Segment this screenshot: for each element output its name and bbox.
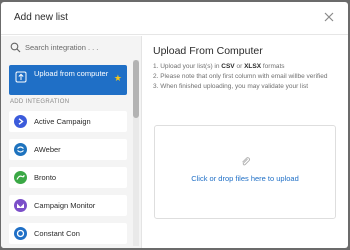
- sidebar-item-label: Bronto: [34, 173, 57, 182]
- dropzone-text: Click or drop files here to upload: [191, 174, 299, 183]
- dialog-title: Add new list: [14, 12, 68, 23]
- sidebar-item-label: Campaign Monitor: [34, 201, 96, 210]
- upload-icon: [15, 71, 27, 83]
- instruction-step-1: 1. Upload your list(s) in CSV or XLSX fo…: [153, 63, 285, 70]
- sidebar-item-active-campaign[interactable]: Active Campaign: [9, 111, 127, 132]
- bronto-icon: [14, 171, 27, 184]
- sidebar-item-upload-from-computer[interactable]: Upload from computer ★: [9, 65, 127, 95]
- add-list-dialog: Add new list Upload from computer ★ ADD …: [1, 2, 348, 248]
- sidebar-item-campaign-monitor[interactable]: Campaign Monitor: [9, 195, 127, 216]
- instruction-step-3: 3. When finished uploading, you may vali…: [153, 83, 309, 90]
- paperclip-icon: [242, 157, 251, 166]
- panel-title: Upload From Computer: [153, 45, 263, 57]
- dialog-header: Add new list: [1, 2, 348, 35]
- search-input[interactable]: [25, 40, 129, 55]
- campaign-monitor-icon: [14, 199, 27, 212]
- instruction-step-2: 2. Please note that only first column wi…: [153, 73, 328, 80]
- upload-panel: Upload From Computer 1. Upload your list…: [143, 36, 348, 248]
- close-icon[interactable]: [322, 10, 336, 24]
- section-label: ADD INTEGRATION: [10, 99, 70, 105]
- file-dropzone[interactable]: Click or drop files here to upload: [154, 125, 336, 219]
- integration-search: [4, 39, 130, 56]
- sidebar-item-aweber[interactable]: AWeber: [9, 139, 127, 160]
- sidebar-item-constant-contact[interactable]: Constant Con: [9, 223, 127, 244]
- instructions: 1. Upload your list(s) in CSV or XLSX fo…: [153, 63, 343, 93]
- constant-contact-icon: [14, 227, 27, 240]
- sidebar-scrollbar[interactable]: [133, 60, 139, 246]
- sidebar-item-label: Active Campaign: [34, 117, 91, 126]
- sidebar-item-label: Upload from computer: [34, 69, 109, 78]
- active-campaign-icon: [14, 115, 27, 128]
- sidebar-item-label: AWeber: [34, 145, 61, 154]
- star-icon[interactable]: ★: [114, 73, 122, 83]
- search-icon: [10, 42, 21, 53]
- scrollbar-thumb[interactable]: [133, 60, 139, 118]
- sidebar-item-label: Constant Con: [34, 229, 80, 238]
- integration-sidebar: Upload from computer ★ ADD INTEGRATION A…: [1, 36, 142, 248]
- aweber-icon: [14, 143, 27, 156]
- sidebar-item-bronto[interactable]: Bronto: [9, 167, 127, 188]
